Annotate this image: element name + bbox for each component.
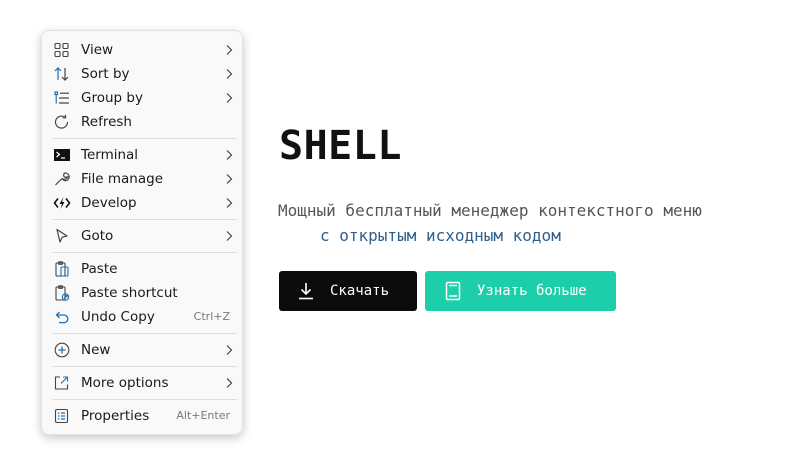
grid-icon <box>53 42 71 58</box>
menu-item-paste[interactable]: Paste <box>42 257 242 281</box>
refresh-icon <box>53 114 71 130</box>
context-menu: View Sort by Group by Refresh Terminal F… <box>41 30 243 435</box>
hero-subtitle: Мощный бесплатный менеджер контекстного … <box>278 201 702 220</box>
terminal-icon <box>53 147 71 163</box>
chevron-right-icon <box>224 197 234 209</box>
shortcut-hint: Alt+Enter <box>176 409 230 422</box>
hero-title: SHELL <box>279 123 402 169</box>
menu-item-label: More options <box>81 375 169 391</box>
menu-item-label: Sort by <box>81 66 130 82</box>
menu-item-label: Group by <box>81 90 143 106</box>
book-icon <box>443 281 463 301</box>
menu-item-paste-shortcut[interactable]: Paste shortcut <box>42 281 242 305</box>
menu-item-group-by[interactable]: Group by <box>42 86 242 110</box>
chevron-right-icon <box>224 92 234 104</box>
menu-separator <box>52 252 237 253</box>
menu-item-develop[interactable]: Develop <box>42 191 242 215</box>
chevron-right-icon <box>224 173 234 185</box>
wrench-icon <box>53 171 71 187</box>
plus-circle-icon <box>53 342 71 358</box>
menu-item-label: Paste shortcut <box>81 285 178 301</box>
menu-item-label: Refresh <box>81 114 132 130</box>
menu-item-more-options[interactable]: More options <box>42 371 242 395</box>
paste-shortcut-icon <box>53 285 71 301</box>
chevron-right-icon <box>224 68 234 80</box>
chevron-right-icon <box>224 230 234 242</box>
shortcut-hint: Ctrl+Z <box>193 310 230 323</box>
undo-icon <box>53 309 71 325</box>
menu-item-new[interactable]: New <box>42 338 242 362</box>
menu-separator <box>52 366 237 367</box>
menu-item-label: Properties <box>81 408 150 424</box>
learn-more-button-label: Узнать больше <box>477 283 587 299</box>
chevron-right-icon <box>224 44 234 56</box>
chevron-right-icon <box>224 149 234 161</box>
chevron-right-icon <box>224 344 234 356</box>
develop-icon <box>53 195 71 211</box>
menu-item-terminal[interactable]: Terminal <box>42 143 242 167</box>
download-button-label: Скачать <box>330 283 390 299</box>
menu-item-view[interactable]: View <box>42 38 242 62</box>
properties-icon <box>53 408 71 424</box>
menu-separator <box>52 219 237 220</box>
group-icon <box>53 90 71 106</box>
learn-more-button[interactable]: Узнать больше <box>425 271 616 311</box>
menu-item-label: New <box>81 342 111 358</box>
download-icon <box>296 281 316 301</box>
menu-item-undo-copy[interactable]: Undo Copy Ctrl+Z <box>42 305 242 329</box>
menu-item-label: Develop <box>81 195 137 211</box>
cursor-icon <box>53 228 71 244</box>
menu-item-label: Paste <box>81 261 118 277</box>
sort-icon <box>53 66 71 82</box>
menu-item-refresh[interactable]: Refresh <box>42 110 242 134</box>
open-external-icon <box>53 375 71 391</box>
hero-subtitle-link: с открытым исходным кодом <box>320 226 561 245</box>
chevron-right-icon <box>224 377 234 389</box>
menu-item-goto[interactable]: Goto <box>42 224 242 248</box>
menu-item-label: File manage <box>81 171 164 187</box>
download-button[interactable]: Скачать <box>279 271 417 311</box>
menu-item-sort-by[interactable]: Sort by <box>42 62 242 86</box>
menu-item-label: Undo Copy <box>81 309 155 325</box>
clipboard-icon <box>53 261 71 277</box>
menu-item-file-manage[interactable]: File manage <box>42 167 242 191</box>
menu-item-label: View <box>81 42 114 58</box>
menu-separator <box>52 333 237 334</box>
menu-separator <box>52 399 237 400</box>
menu-item-properties[interactable]: Properties Alt+Enter <box>42 404 242 428</box>
menu-separator <box>52 138 237 139</box>
menu-item-label: Goto <box>81 228 114 244</box>
menu-item-label: Terminal <box>81 147 139 163</box>
